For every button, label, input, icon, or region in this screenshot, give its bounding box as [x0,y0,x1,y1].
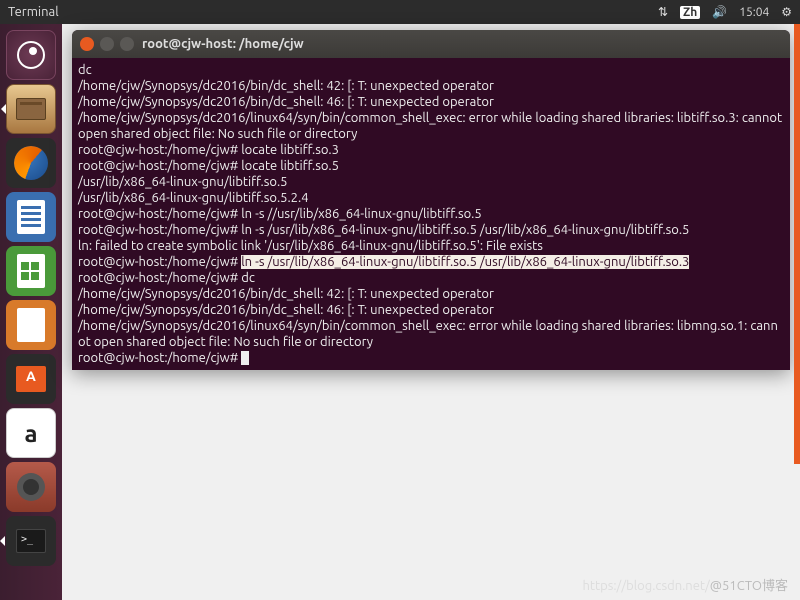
shopping-bag-icon [16,366,46,392]
terminal-window: root@cjw-host: /home/cjw dc /home/cjw/Sy… [72,30,790,370]
firefox-icon [14,146,48,180]
window-maximize-button[interactable] [120,37,134,51]
launcher-software[interactable] [6,354,56,404]
unity-launcher: a [0,24,62,600]
launcher-files[interactable] [6,84,56,134]
clock[interactable]: 15:04 [739,6,769,19]
active-app-label: Terminal [8,5,658,19]
input-method-indicator[interactable]: Zh [680,6,700,19]
volume-icon[interactable]: 🔊 [712,5,727,19]
launcher-amazon[interactable]: a [6,408,56,458]
network-icon[interactable]: ⇅ [658,5,668,19]
window-minimize-button[interactable] [100,37,114,51]
window-close-button[interactable] [80,37,94,51]
presentation-icon [17,308,45,342]
document-icon [17,200,45,234]
launcher-firefox[interactable] [6,138,56,188]
gear-wrench-icon [17,473,45,501]
session-icon[interactable]: ⚙ [781,5,792,19]
terminal-cursor [241,351,249,365]
launcher-writer[interactable] [6,192,56,242]
terminal-icon [16,529,46,553]
files-icon [16,98,46,120]
watermark: https://blog.csdn.net/@51CTO博客 [582,575,788,594]
window-title: root@cjw-host: /home/cjw [142,37,304,51]
launcher-impress[interactable] [6,300,56,350]
amazon-icon: a [24,420,37,447]
launcher-calc[interactable] [6,246,56,296]
launcher-terminal[interactable] [6,516,56,566]
status-indicators: ⇅ Zh 🔊 15:04 ⚙ [658,5,792,19]
ubuntu-logo-icon [17,41,45,69]
window-titlebar[interactable]: root@cjw-host: /home/cjw [72,30,790,58]
spreadsheet-icon [17,254,45,288]
terminal-output[interactable]: dc /home/cjw/Synopsys/dc2016/bin/dc_shel… [72,58,790,370]
launcher-settings[interactable] [6,462,56,512]
top-menu-bar: Terminal ⇅ Zh 🔊 15:04 ⚙ [0,0,800,24]
dash-button[interactable] [6,30,56,80]
right-edge-accent [794,24,800,464]
highlighted-command: ln -s /usr/lib/x86_64-linux-gnu/libtiff.… [241,255,689,269]
